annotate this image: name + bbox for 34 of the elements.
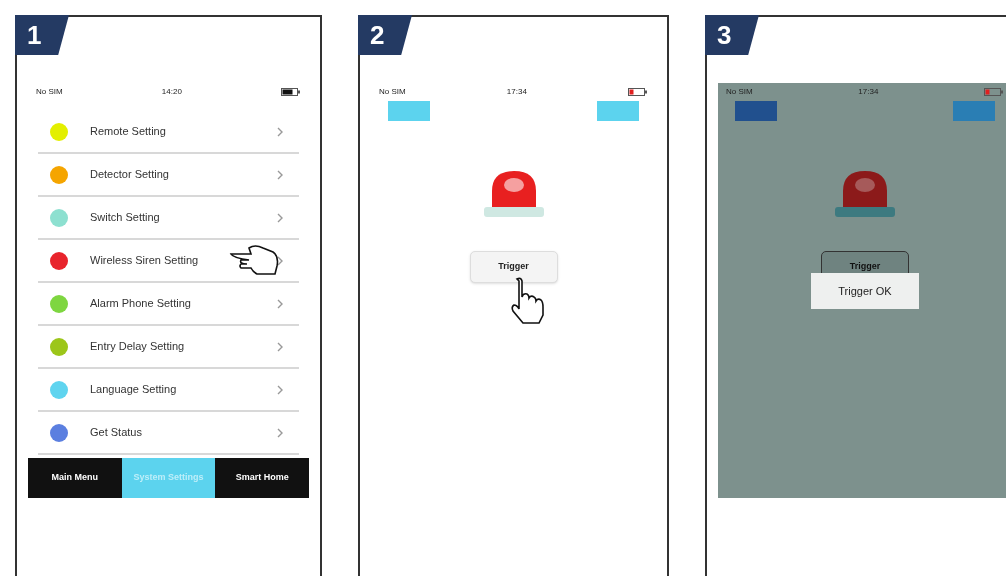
carrier-label: No SIM [379, 86, 406, 98]
chevron-icon [277, 126, 283, 137]
carrier-label: No SIM [726, 86, 753, 98]
tab[interactable]: Main Menu [28, 458, 122, 498]
chevron-icon [277, 384, 283, 395]
menu-item[interactable]: Wireless Siren Setting [38, 240, 299, 283]
chevron-icon [277, 212, 283, 223]
toast-message: Trigger OK [811, 273, 919, 309]
carrier-label: No SIM [36, 86, 63, 98]
menu-item[interactable]: Switch Setting [38, 197, 299, 240]
trigger-button[interactable]: Trigger [469, 251, 558, 283]
menu-item[interactable]: Alarm Phone Setting [38, 283, 299, 326]
pointing-hand-icon [509, 277, 545, 325]
menu-item[interactable]: Detector Setting [38, 154, 299, 197]
done-button[interactable] [953, 101, 995, 121]
back-button[interactable] [388, 101, 430, 121]
menu-item[interactable]: Get Status [38, 412, 299, 455]
clock-time: 17:34 [506, 86, 527, 98]
step-number: 3 [705, 15, 759, 55]
chevron-icon [277, 341, 283, 352]
chevron-icon [277, 427, 283, 438]
step-number: 1 [15, 15, 69, 55]
menu-item[interactable]: Language Setting [38, 369, 299, 412]
back-button[interactable] [735, 101, 777, 121]
chevron-icon [277, 298, 283, 309]
tab[interactable]: Smart Home [215, 458, 309, 498]
done-button[interactable] [597, 101, 639, 121]
menu-item[interactable]: Remote Setting [38, 111, 299, 154]
step-number: 2 [358, 15, 412, 55]
pointing-hand-icon [229, 242, 281, 278]
menu-item[interactable]: Entry Delay Setting [38, 326, 299, 369]
clock-time: 17:34 [858, 86, 879, 98]
clock-time: 14:20 [161, 86, 182, 98]
chevron-icon [277, 169, 283, 180]
